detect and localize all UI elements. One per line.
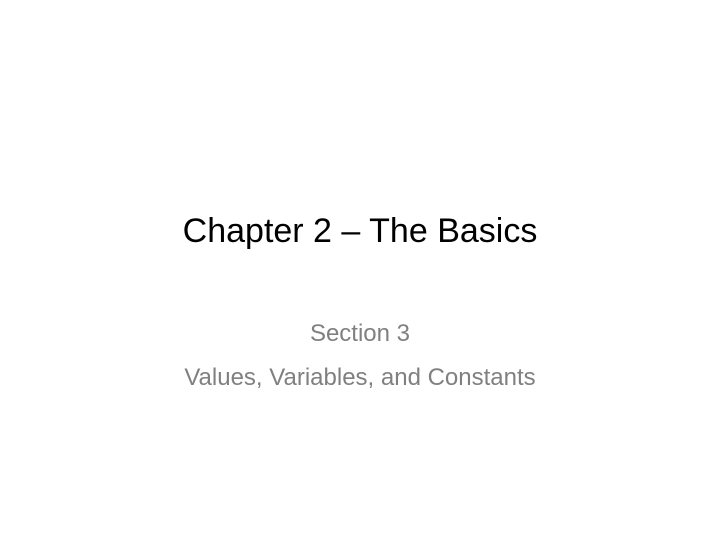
slide: Chapter 2 – The Basics Section 3 Values,…: [0, 0, 720, 540]
slide-title: Chapter 2 – The Basics: [182, 212, 538, 250]
subtitle-line-section: Section 3: [309, 320, 411, 347]
subtitle-line-topic: Values, Variables, and Constants: [184, 364, 536, 391]
slide-subtitle: Section 3 Values, Variables, and Constan…: [0, 312, 720, 400]
